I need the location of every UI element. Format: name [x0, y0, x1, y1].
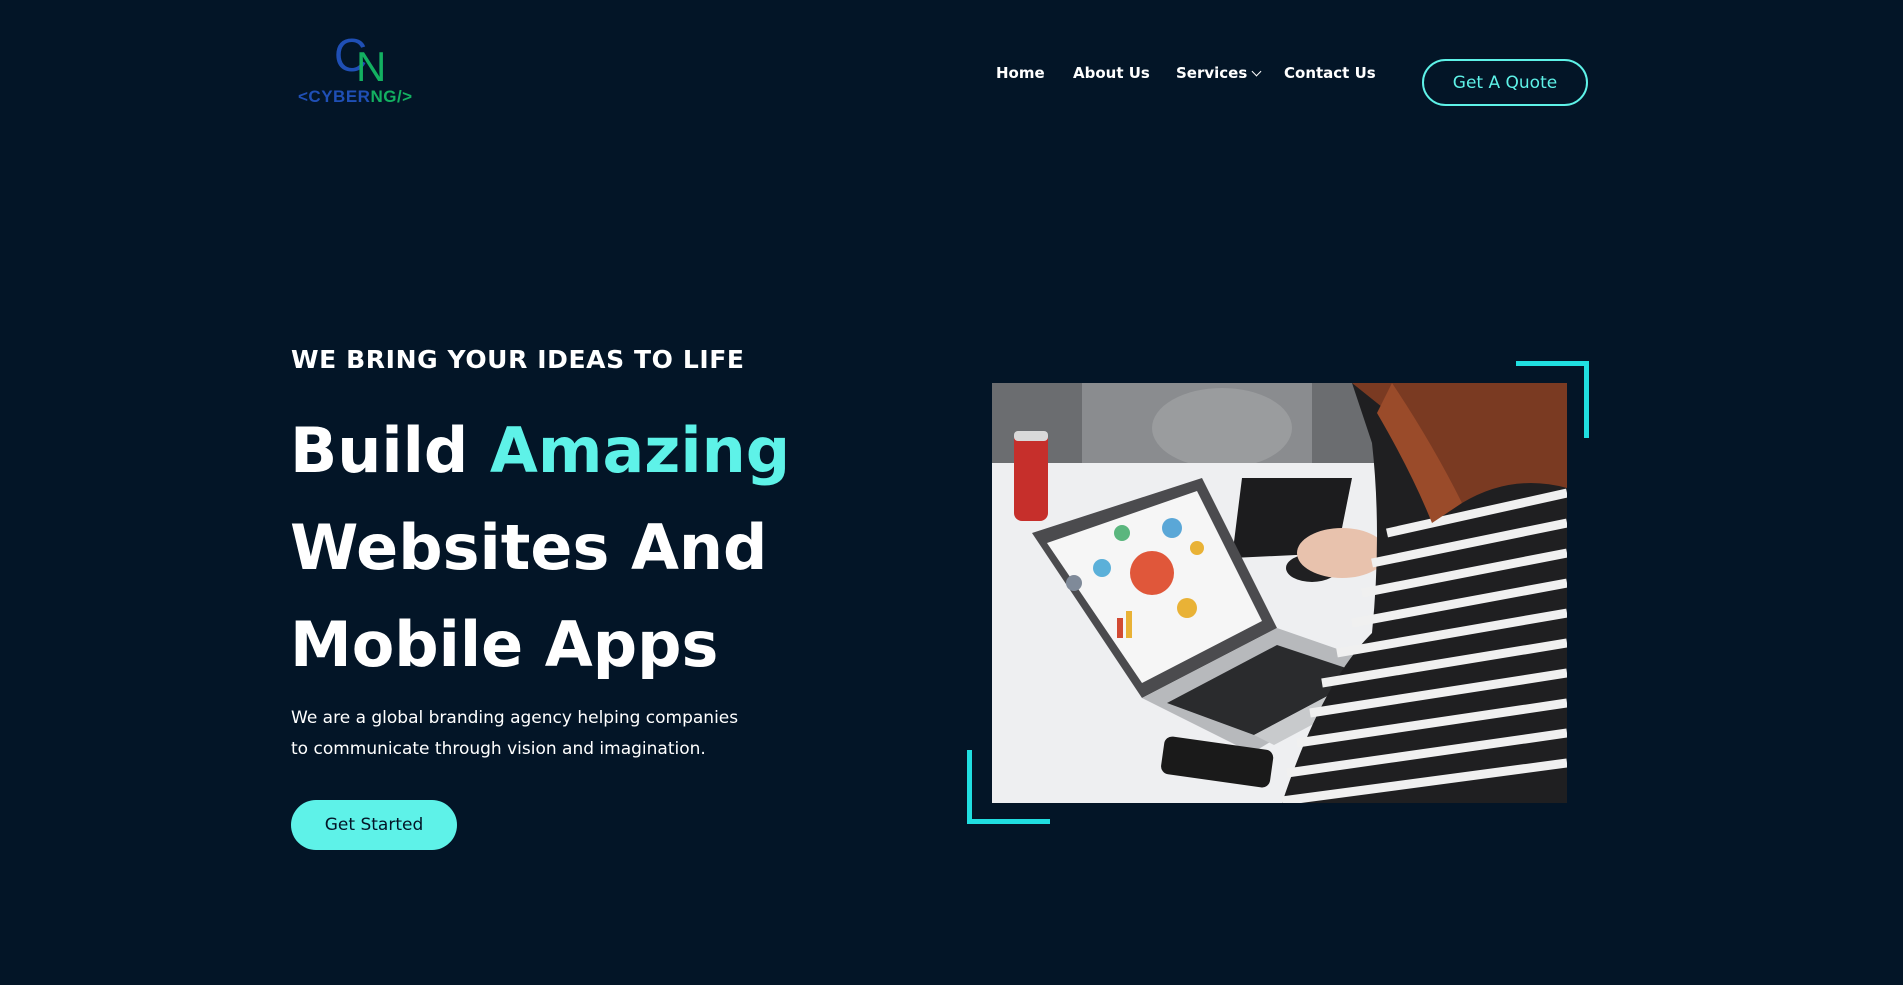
headline-word-build: Build	[290, 414, 469, 487]
nav-contact-link[interactable]: Contact Us	[1284, 64, 1376, 82]
nav-home-link[interactable]: Home	[996, 64, 1045, 82]
nav-about-link[interactable]: About Us	[1073, 64, 1150, 82]
hero-headline: Build Amazing Websites And Mobile Apps	[290, 402, 790, 693]
logo[interactable]: C N <CYBERNG/>	[298, 32, 428, 108]
hero-eyebrow: WE BRING YOUR IDEAS TO LIFE	[291, 345, 745, 374]
headline-line-3: Mobile Apps	[290, 608, 719, 681]
get-started-button[interactable]: Get Started	[291, 800, 457, 850]
nav-services-label: Services	[1176, 64, 1248, 82]
logo-wordmark: <CYBERNG/>	[298, 88, 413, 105]
headline-accent-word: Amazing	[489, 414, 791, 487]
hero-description: We are a global branding agency helping …	[291, 708, 739, 759]
logo-wordmark-cyber: <CYBER	[298, 87, 371, 106]
laptop-work-photo	[992, 383, 1567, 803]
headline-line-2: Websites And	[290, 511, 768, 584]
logo-mark-n: N	[356, 43, 387, 90]
hero-image	[992, 383, 1567, 803]
get-a-quote-button[interactable]: Get A Quote	[1422, 59, 1588, 106]
logo-mark: C N	[334, 32, 394, 90]
chevron-down-icon	[1251, 66, 1262, 76]
nav-services-dropdown[interactable]: Services	[1176, 64, 1262, 82]
logo-wordmark-ng: NG/>	[370, 87, 413, 106]
